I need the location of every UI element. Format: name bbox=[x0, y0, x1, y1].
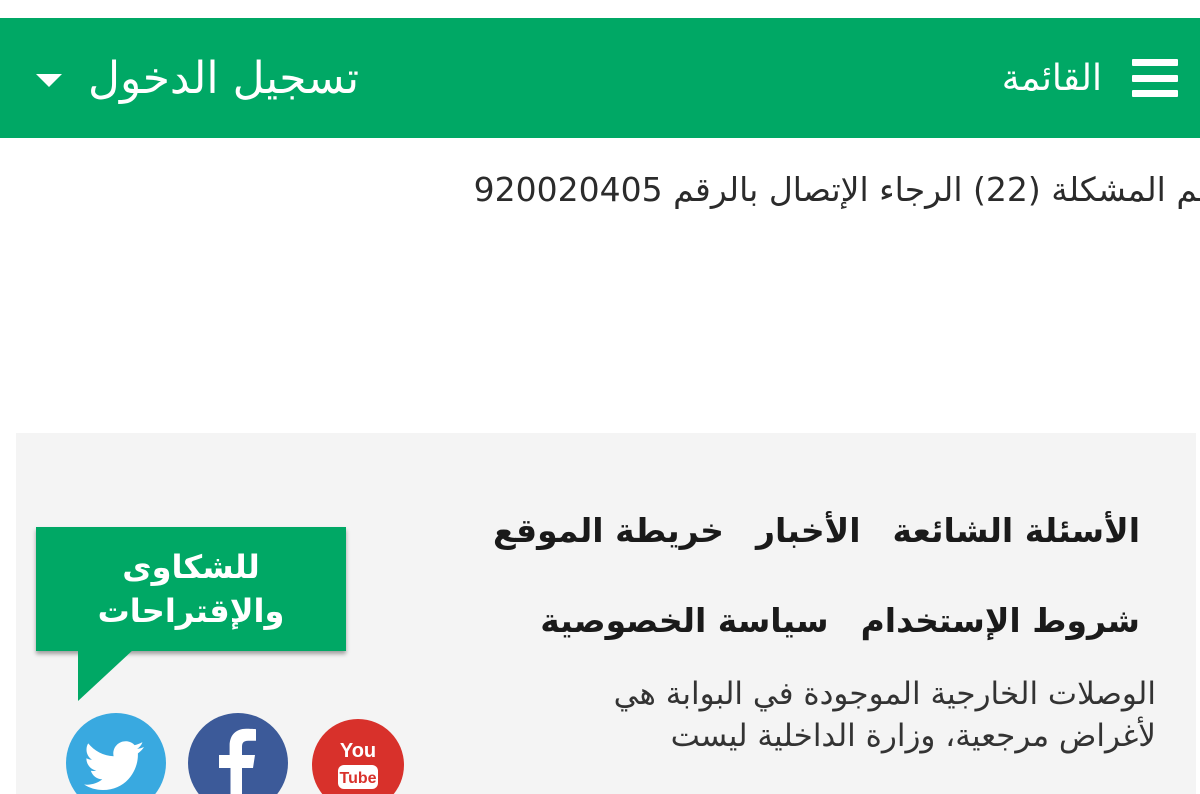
page: تسجيل الدخول القائمة رقم المشكلة (22) ال… bbox=[0, 0, 1200, 794]
disclaimer-line: الوصلات الخارجية الموجودة في البوابة هي bbox=[613, 676, 1156, 712]
news-link[interactable]: الأخبار bbox=[756, 511, 861, 550]
footer-links: الأسئلة الشائعة الأخبار خريطة الموقع شرو… bbox=[493, 511, 1140, 691]
error-message: رقم المشكلة (22) الرجاء الإتصال بالرقم 9… bbox=[473, 170, 1200, 209]
svg-text:You: You bbox=[340, 740, 376, 762]
terms-of-use-link[interactable]: شروط الإستخدام bbox=[861, 601, 1140, 640]
complaints-label: للشكاوى bbox=[122, 548, 260, 586]
youtube-icon[interactable]: You Tube bbox=[312, 719, 404, 794]
header-bar: تسجيل الدخول القائمة bbox=[0, 18, 1200, 138]
faq-link[interactable]: الأسئلة الشائعة bbox=[893, 511, 1140, 550]
menu-label[interactable]: القائمة bbox=[1002, 58, 1102, 99]
suggestions-label: والإقتراحات bbox=[97, 592, 285, 630]
login-dropdown[interactable]: تسجيل الدخول bbox=[36, 18, 359, 138]
caret-down-icon[interactable] bbox=[36, 73, 62, 87]
privacy-policy-link[interactable]: سياسة الخصوصية bbox=[540, 601, 828, 640]
footer: الأسئلة الشائعة الأخبار خريطة الموقع شرو… bbox=[16, 433, 1196, 794]
disclaimer-line: لأغراض مرجعية، وزارة الداخلية ليست bbox=[670, 718, 1156, 754]
facebook-icon[interactable] bbox=[188, 713, 288, 794]
complaints-suggestions-button[interactable]: للشكاوى والإقتراحات bbox=[36, 527, 346, 701]
sitemap-link[interactable]: خريطة الموقع bbox=[493, 511, 724, 550]
svg-text:Tube: Tube bbox=[339, 770, 376, 787]
footer-links-row: الأسئلة الشائعة الأخبار خريطة الموقع bbox=[493, 511, 1140, 601]
hamburger-menu-icon[interactable] bbox=[1132, 59, 1178, 97]
twitter-icon[interactable] bbox=[66, 713, 166, 794]
menu-button[interactable]: القائمة bbox=[1002, 18, 1178, 138]
external-links-disclaimer: الوصلات الخارجية الموجودة في البوابة هي … bbox=[516, 673, 1156, 757]
login-label[interactable]: تسجيل الدخول bbox=[88, 53, 359, 104]
